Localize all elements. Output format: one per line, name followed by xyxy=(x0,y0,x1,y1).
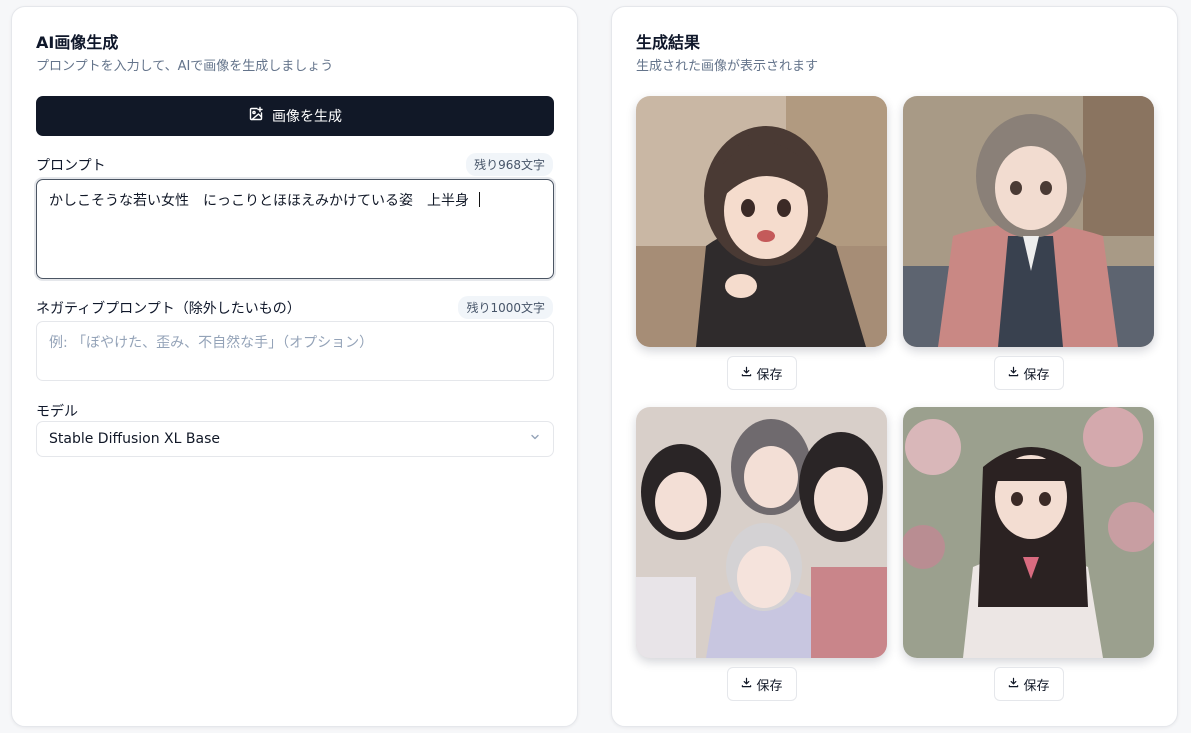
save-button[interactable]: 保存 xyxy=(727,667,797,701)
download-icon xyxy=(741,677,752,692)
prompt-char-counter: 残り968文字 xyxy=(466,153,553,176)
image-plus-icon xyxy=(248,106,264,126)
generate-button-label: 画像を生成 xyxy=(272,109,342,125)
generated-image[interactable] xyxy=(636,96,887,347)
generate-image-button[interactable]: 画像を生成 xyxy=(36,96,554,136)
save-button[interactable]: 保存 xyxy=(727,356,797,390)
panel-title: AI画像生成 xyxy=(36,33,119,52)
chevron-down-icon xyxy=(529,431,541,447)
prompt-textarea[interactable]: かしこそうな若い女性 にっこりとほほえみかけている姿 上半身 xyxy=(36,179,554,279)
save-button-label: 保存 xyxy=(756,678,783,694)
download-icon xyxy=(1008,677,1019,692)
save-button-label: 保存 xyxy=(756,367,783,383)
results-title: 生成結果 xyxy=(636,33,701,52)
model-selected-value: Stable Diffusion XL Base xyxy=(49,431,220,447)
generated-image[interactable] xyxy=(903,96,1154,347)
download-icon xyxy=(741,366,752,381)
prompt-value: かしこそうな若い女性 にっこりとほほえみかけている姿 上半身 xyxy=(49,193,469,209)
generated-image[interactable] xyxy=(636,407,887,658)
results-panel: 生成結果 生成された画像が表示されます 保存 保存 保存 保存 xyxy=(611,6,1178,727)
text-caret xyxy=(479,192,480,207)
save-button[interactable]: 保存 xyxy=(994,667,1064,701)
negative-prompt-label: ネガティブプロンプト（除外したいもの） xyxy=(36,301,301,317)
negative-prompt-char-counter: 残り1000文字 xyxy=(458,296,553,319)
download-icon xyxy=(1008,366,1019,381)
prompt-label: プロンプト xyxy=(36,158,106,174)
generator-panel: AI画像生成 プロンプトを入力して、AIで画像を生成しましょう 画像を生成 プロ… xyxy=(11,6,578,727)
save-button-label: 保存 xyxy=(1023,367,1050,383)
save-button[interactable]: 保存 xyxy=(994,356,1064,390)
model-select[interactable]: Stable Diffusion XL Base xyxy=(36,421,554,457)
model-label: モデル xyxy=(36,404,78,420)
generated-image[interactable] xyxy=(903,407,1154,658)
negative-prompt-placeholder: 例: 「ぼやけた、歪み、不自然な手」（オプション） xyxy=(49,335,374,351)
negative-prompt-textarea[interactable]: 例: 「ぼやけた、歪み、不自然な手」（オプション） xyxy=(36,321,554,381)
save-button-label: 保存 xyxy=(1023,678,1050,694)
results-subtitle: 生成された画像が表示されます xyxy=(636,59,819,74)
panel-subtitle: プロンプトを入力して、AIで画像を生成しましょう xyxy=(36,59,334,74)
